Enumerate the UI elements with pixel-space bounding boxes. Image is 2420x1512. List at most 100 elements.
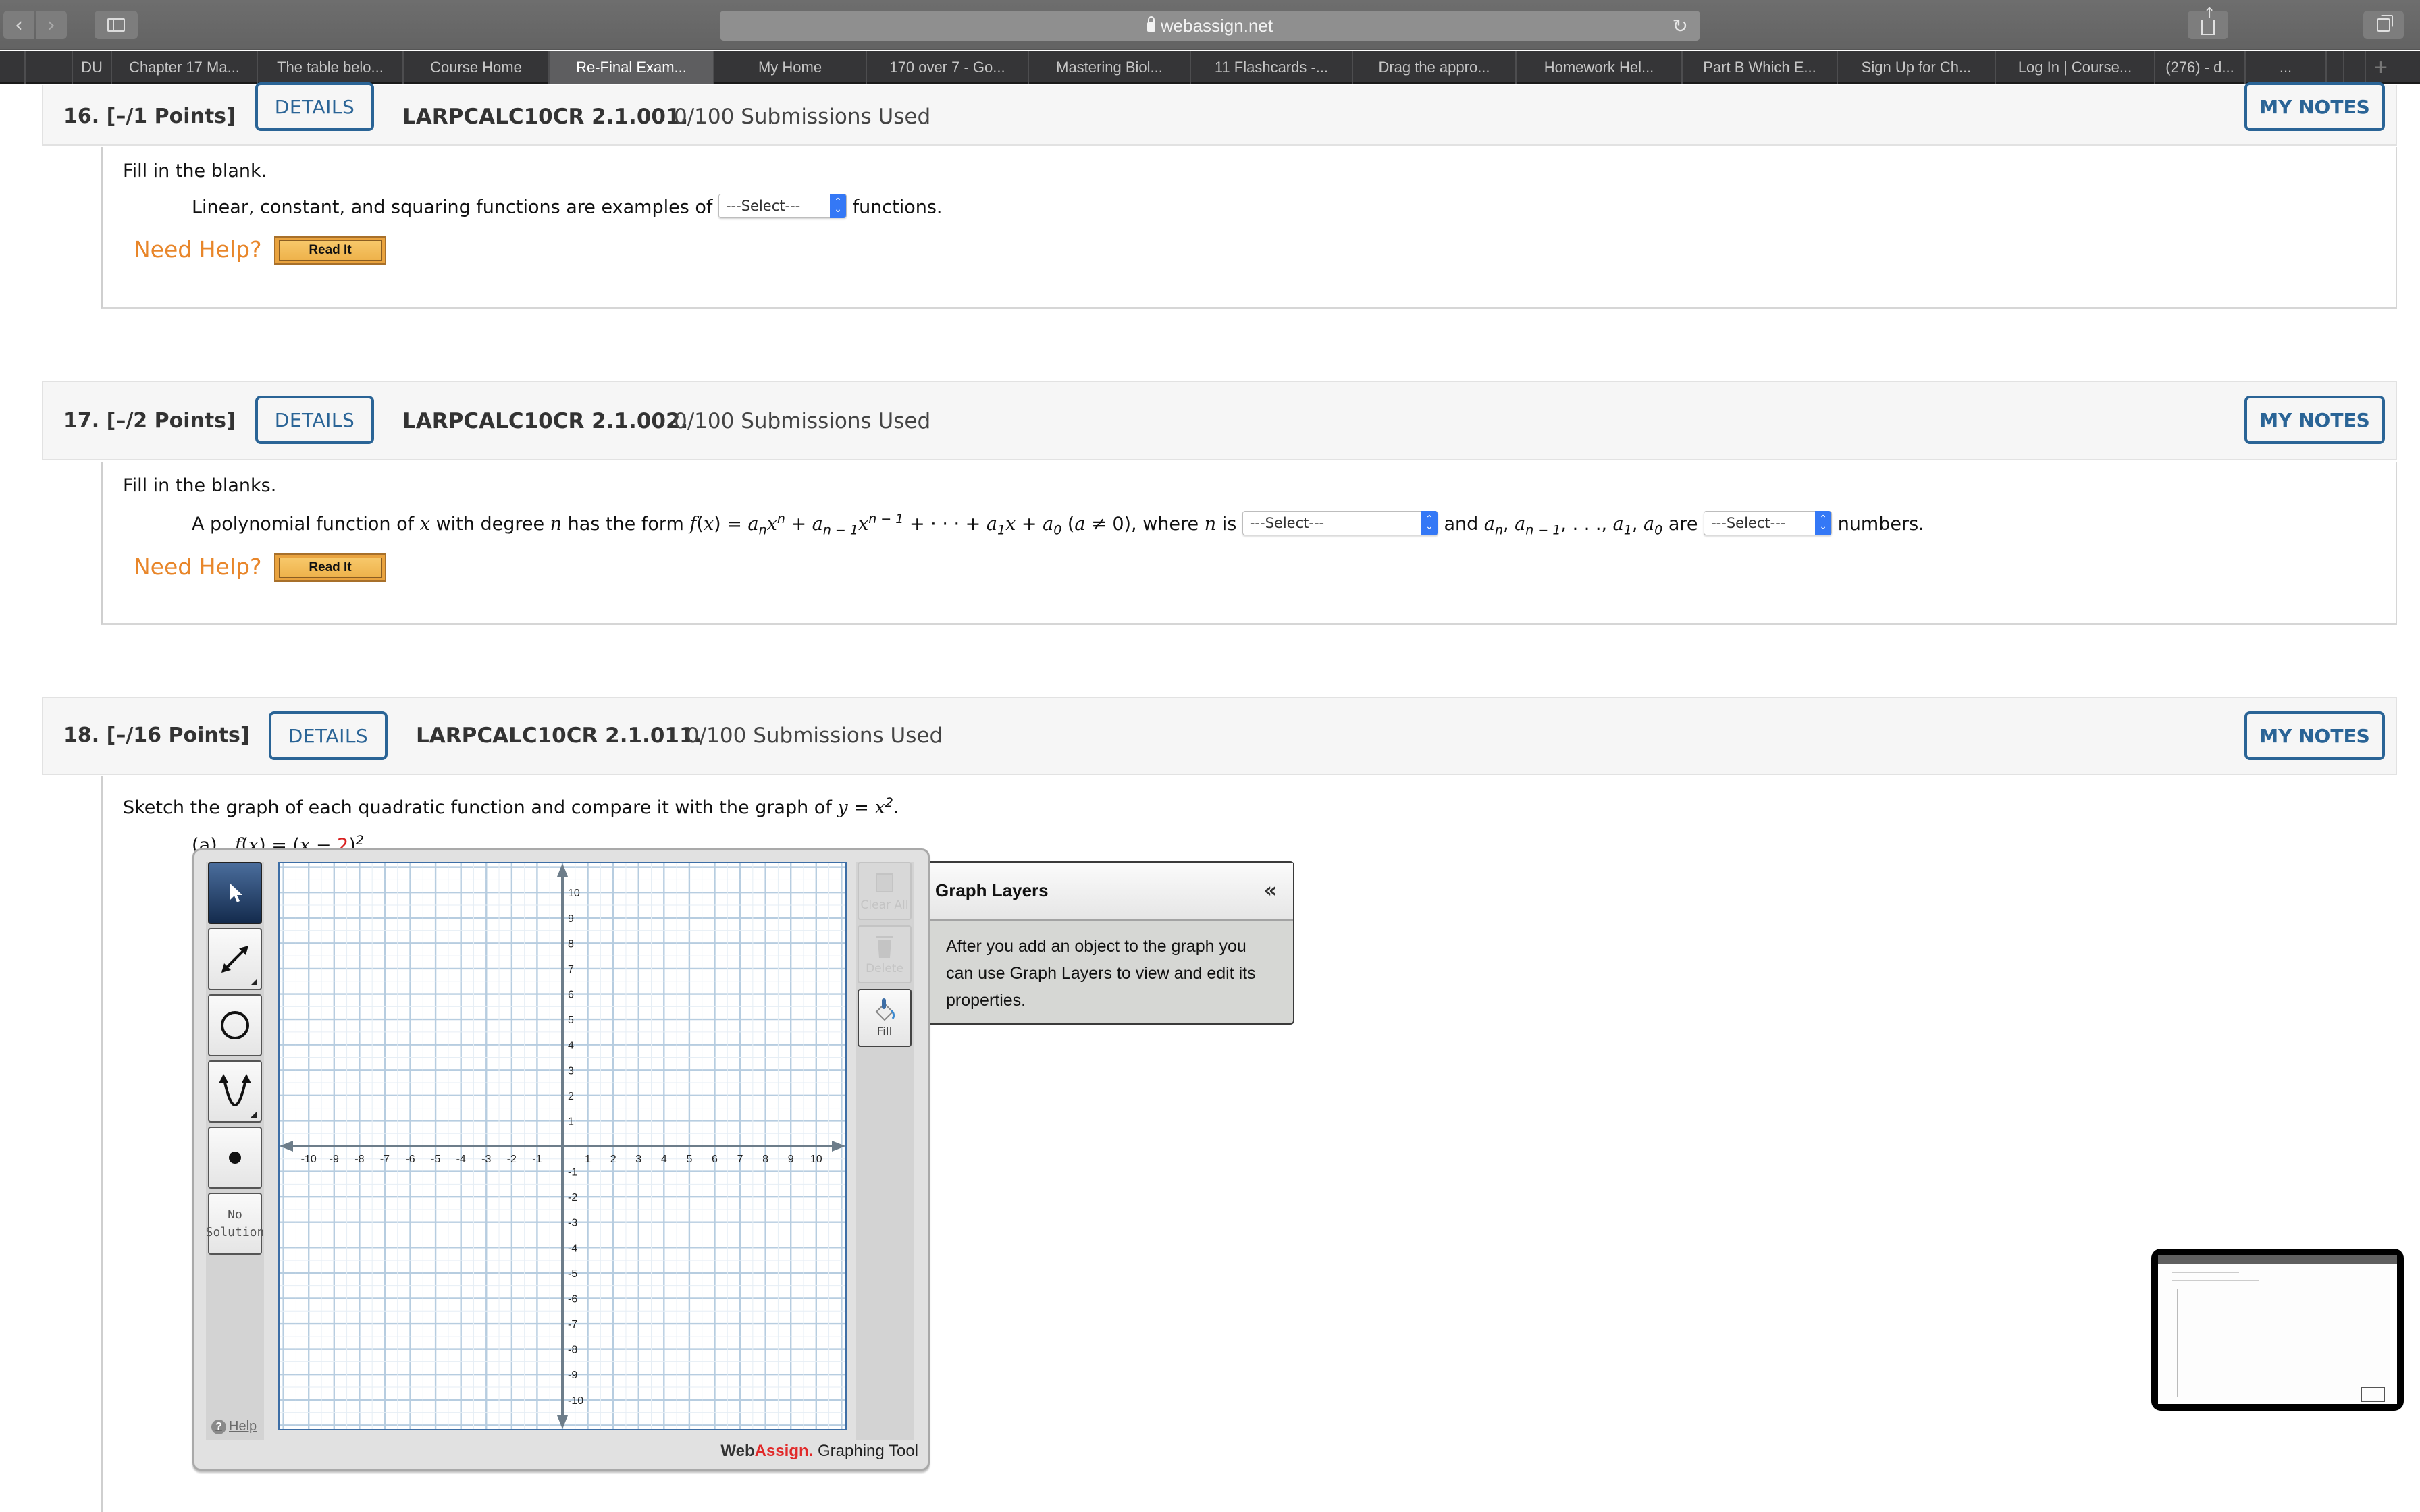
x-tick-label: 7 [737, 1154, 743, 1165]
browser-tab[interactable]: Log In | Course... [1996, 51, 2155, 84]
y-tick-label: -2 [568, 1192, 577, 1204]
my-notes-button[interactable]: MY NOTES [2244, 711, 2385, 760]
tab-bar: DU Chapter 17 Ma... The table belo... Cours… [0, 51, 2420, 84]
y-axis-top-arrow [557, 863, 568, 877]
read-it-button[interactable]: Read It [274, 236, 386, 265]
browser-tab[interactable]: Mastering Biol... [1029, 51, 1191, 84]
circle-tool-button[interactable] [208, 994, 262, 1056]
browser-tab[interactable]: Drag the appro... [1353, 51, 1517, 84]
question-number-points: 17. [–/2 Points] [63, 409, 236, 433]
instruction-text: Sketch the graph of each quadratic funct… [123, 795, 899, 818]
action-palette: Clear All Delete Fill [856, 862, 914, 1440]
browser-tab[interactable]: Homework Hel... [1517, 51, 1683, 84]
address-bar[interactable]: webassign.net ↻ [720, 11, 1700, 40]
browser-tab[interactable]: The table belo... [258, 51, 404, 84]
sidebar-toggle-button[interactable] [95, 11, 138, 39]
x-axis-left-arrow [280, 1141, 293, 1152]
question-16-header: 16. [–/1 Points] DETAILS LARPCALC10CR 2.… [42, 82, 2397, 146]
details-button[interactable]: DETAILS [255, 396, 374, 444]
y-tick-label: -1 [568, 1167, 577, 1179]
browser-tab[interactable]: DU [73, 51, 112, 84]
help-icon: ? [211, 1419, 226, 1434]
graph-layers-hint: After you add an object to the graph you… [946, 937, 1256, 1010]
coordinate-grid[interactable]: -10 -9 -8 -7 -6 -5 -4 -3 -2 -1 1 2 3 4 5 6 7 8 9 10 10 9 8 7 6 5 4… [280, 863, 845, 1429]
point-tool-button[interactable] [208, 1127, 262, 1189]
thumbnail-line [2172, 1280, 2259, 1281]
browser-tab[interactable]: 11 Flashcards -... [1191, 51, 1353, 84]
y-tick-label: 3 [568, 1065, 574, 1077]
browser-tab[interactable]: Re-Final Exam... [550, 51, 714, 84]
point-icon [229, 1152, 241, 1164]
degree-type-select[interactable]: ---Select--- ⌃ ⌄ [1242, 510, 1438, 535]
details-button[interactable]: DETAILS [255, 82, 374, 131]
browser-tab[interactable] [2344, 51, 2366, 84]
browser-tab[interactable]: Sign Up for Ch... [1838, 51, 1996, 84]
browser-tab[interactable]: 170 over 7 - Go... [867, 51, 1029, 84]
delete-button[interactable]: Delete [858, 925, 912, 983]
select-arrows-icon: ⌃ ⌄ [829, 194, 846, 218]
parabola-tool-button[interactable] [208, 1060, 262, 1123]
coefficient-type-select[interactable]: ---Select--- ⌃ ⌄ [1704, 510, 1833, 535]
y-tick-label: 2 [568, 1091, 574, 1102]
browser-tab[interactable] [0, 51, 26, 84]
y-tick-label: -7 [568, 1319, 577, 1330]
forward-button[interactable]: › [36, 11, 67, 39]
browser-tab[interactable]: ... [2246, 51, 2327, 84]
graphing-tool: No Solution ? Help -10 -9 -8 -7 -6 -5 -4 -3 -2 -1 1 2… [192, 848, 930, 1471]
clear-icon [876, 873, 893, 892]
question-sentence: A polynomial function of x with degree n… [192, 510, 1924, 538]
browser-tab[interactable]: Part B Which E... [1683, 51, 1838, 84]
dropdown-corner-icon [251, 1111, 257, 1118]
y-tick-label: 4 [568, 1040, 574, 1052]
browser-tab[interactable]: (276) - d... [2155, 51, 2246, 84]
answer-select[interactable]: ---Select--- ⌃ ⌄ [718, 194, 847, 218]
browser-tab[interactable]: Course Home [404, 51, 550, 84]
screenshot-thumbnail[interactable] [2151, 1249, 2404, 1411]
back-button[interactable]: ‹ [3, 11, 34, 39]
read-it-button[interactable]: Read It [274, 554, 386, 582]
browser-tab[interactable] [26, 51, 73, 84]
clear-all-button[interactable]: Clear All [858, 862, 912, 920]
x-tick-label: -8 [354, 1154, 364, 1165]
tab-overview-button[interactable] [2363, 11, 2404, 39]
collapse-double-chevron-icon[interactable]: « [1264, 879, 1277, 902]
graph-canvas[interactable]: -10 -9 -8 -7 -6 -5 -4 -3 -2 -1 1 2 3 4 5 6 7 8 9 10 10 9 8 7 6 5 4… [278, 862, 847, 1430]
fill-button[interactable]: Fill [858, 989, 912, 1047]
x-tick-label: 6 [712, 1154, 718, 1165]
submissions-used: 0/100 Submissions Used [686, 724, 943, 748]
question-number-points: 18. [–/16 Points] [63, 724, 250, 747]
x-tick-label: 9 [788, 1154, 794, 1165]
question-code: LARPCALC10CR 2.1.002. [402, 409, 689, 433]
y-tick-label: -5 [568, 1268, 577, 1280]
y-tick-label: 1 [568, 1116, 574, 1127]
trash-icon [876, 936, 893, 958]
my-notes-button[interactable]: MY NOTES [2244, 396, 2385, 444]
select-tool-button[interactable] [208, 862, 262, 924]
question-17-header: 17. [–/2 Points] DETAILS LARPCALC10CR 2.… [42, 381, 2397, 460]
browser-tab[interactable]: My Home [714, 51, 867, 84]
need-help-label: Need Help? [134, 554, 262, 580]
graph-layers-title: Graph Layers [935, 880, 1049, 900]
my-notes-button[interactable]: MY NOTES [2244, 82, 2385, 131]
browser-tab[interactable] [2327, 51, 2344, 84]
details-button[interactable]: DETAILS [269, 711, 388, 760]
question-16-body: Fill in the blank. Linear, constant, and… [101, 147, 2397, 309]
line-tool-button[interactable] [208, 928, 262, 990]
y-tick-label: -4 [568, 1243, 577, 1254]
select-arrows-icon: ⌃ ⌄ [1421, 510, 1438, 535]
x-axis-right-arrow [832, 1141, 845, 1152]
y-tick-label: -3 [568, 1218, 577, 1229]
parabola-icon [219, 1074, 251, 1106]
y-tick-label: 8 [568, 938, 574, 950]
y-tick-label: 7 [568, 964, 574, 975]
browser-tab[interactable]: Chapter 17 Ma... [112, 51, 258, 84]
share-button[interactable] [2188, 5, 2228, 39]
new-tab-button[interactable]: + [2366, 51, 2396, 84]
reload-icon[interactable]: ↻ [1673, 15, 1688, 37]
no-solution-button[interactable]: No Solution [206, 1193, 264, 1255]
help-link[interactable]: ? Help [211, 1419, 257, 1434]
y-tick-label: 6 [568, 990, 574, 1001]
pointer-arrow-icon [230, 884, 242, 902]
paint-bucket-icon [875, 998, 895, 1021]
x-tick-label: -7 [380, 1154, 390, 1165]
